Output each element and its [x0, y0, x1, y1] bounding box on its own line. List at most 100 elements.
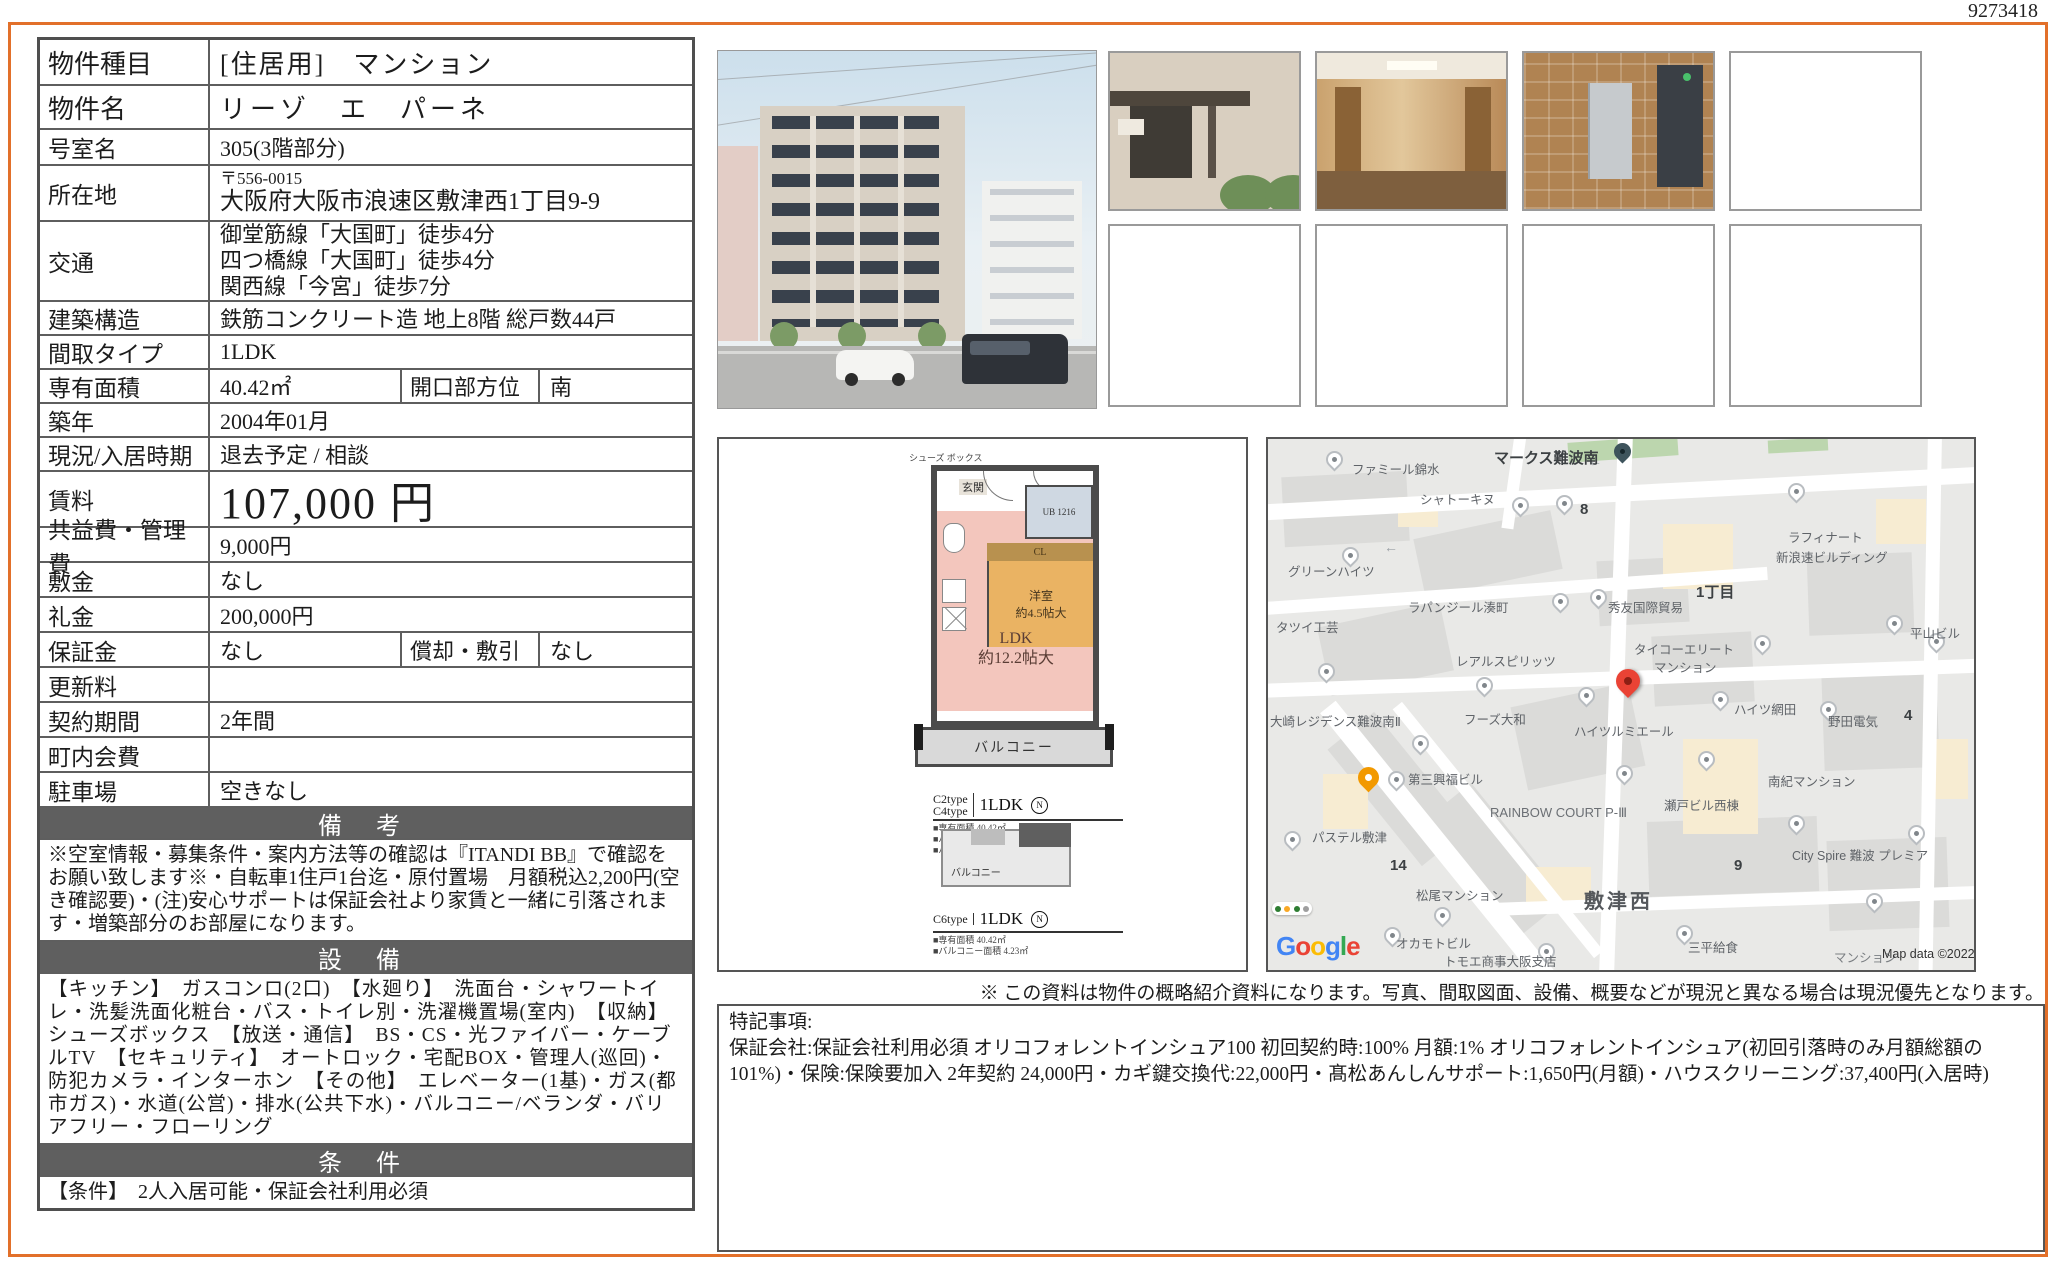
row-value	[210, 668, 692, 701]
row-label: 建築構造	[40, 302, 210, 334]
table-row: 町内会費	[40, 736, 692, 771]
map-label: 第三興福ビル	[1408, 769, 1483, 788]
row-value: 2年間	[210, 703, 692, 736]
indicator-lamp	[1683, 73, 1691, 81]
map-label: 南紀マンション	[1768, 771, 1856, 790]
map-label: 14	[1390, 857, 1407, 874]
map-label: マークス難波南	[1494, 447, 1599, 468]
disclaimer-text: ※ この資料は物件の概略紹介資料になります。写真、間取図面、設備、概要などが現況…	[980, 978, 2044, 1005]
map-label: ハイツルミエール	[1574, 721, 1674, 740]
section-header-conditions: 条 件	[40, 1143, 692, 1175]
photo-placeholder	[1729, 51, 1922, 211]
map-label: オカモトビル	[1396, 933, 1471, 952]
table-row: 交通 御堂筋線「大国町」徒歩4分 四つ橋線「大国町」徒歩4分 関西線「今宮」徒歩…	[40, 220, 692, 300]
row-value: なし	[210, 633, 400, 666]
entrance-pillar	[1208, 106, 1216, 178]
map-label: トモエ商事大阪支店	[1444, 951, 1557, 970]
table-row: 礼金 200,000円	[40, 596, 692, 631]
location-map: ← ← ファミール錦水マークス難波南シャトーキヌ8ラフィナートグリーンハイツ新浪…	[1266, 437, 1976, 972]
photo-hallway	[1315, 51, 1508, 211]
hallway-door	[1335, 87, 1361, 177]
entrance-sign	[1118, 119, 1144, 135]
entrance-canopy	[1110, 91, 1250, 106]
row-label: 敷金	[40, 563, 210, 596]
bedroom-name: 洋室	[1029, 587, 1053, 604]
address-line: 大阪府大阪市浪速区敷津西1丁目9-9	[220, 189, 600, 215]
entrance-label: 玄関	[959, 479, 987, 495]
row-value: 305(3階部分)	[210, 130, 692, 164]
table-row: 物件種目 [住居用] マンション	[40, 40, 692, 84]
layout-type: 1LDK	[980, 909, 1023, 929]
map-label: ラフィナート	[1788, 527, 1863, 546]
unit-types: C2type C4type	[933, 793, 974, 817]
row-value: 空きなし	[210, 773, 692, 806]
table-row: 所在地 〒556-0015 大阪府大阪市浪速区敷津西1丁目9-9	[40, 164, 692, 220]
map-label: シャトーキヌ	[1420, 489, 1495, 508]
row-label-2: 開口部方位	[400, 370, 540, 402]
table-row: 契約期間 2年間	[40, 701, 692, 736]
postal-code: 〒556-0015	[220, 170, 302, 189]
row-label: 物件種目	[40, 40, 210, 84]
row-value: 9,000円	[210, 528, 692, 561]
map-label: ファミール錦水	[1352, 459, 1440, 478]
floorplan-panel: シューズ ボックス 玄関 UB 1216 CL 洋室 約4.5帖大 LDK 約1…	[717, 437, 1248, 972]
special-notes-box: 特記事項: 保証会社:保証会社利用必須 オリコフォレントインシュア100 初回契…	[717, 1004, 2045, 1252]
map-label: グリーンハイツ	[1288, 561, 1375, 580]
map-label: 新浪速ビルディング	[1776, 547, 1888, 566]
google-logo: Google	[1276, 931, 1360, 962]
shoebox-label: シューズ ボックス	[909, 453, 983, 463]
map-label: 1丁目	[1696, 581, 1734, 602]
transit-line: 四つ橋線「大国町」徒歩4分	[220, 248, 495, 274]
photo-placeholder	[1522, 224, 1715, 407]
photo-elevator-hall	[1522, 51, 1715, 211]
map-label: 大崎レジデンス難波南Ⅱ	[1270, 711, 1401, 730]
row-label: 築年	[40, 404, 210, 436]
white-car	[836, 350, 914, 380]
row-value: 御堂筋線「大国町」徒歩4分 四つ橋線「大国町」徒歩4分 関西線「今宮」徒歩7分	[210, 222, 692, 300]
property-spec-table: 物件種目 [住居用] マンション 物件名 リーゾ エ パーネ 号室名 305(3…	[37, 37, 695, 1211]
rent-value: 107,000 円	[210, 472, 692, 526]
door-arc	[983, 471, 1013, 501]
balcony-diagram-shape	[1019, 823, 1071, 847]
special-notes-title: 特記事項:	[729, 1010, 2033, 1036]
map-label: 敷津西	[1584, 885, 1653, 914]
map-label: ラパンジール湊町	[1408, 597, 1509, 616]
row-value: 40.42㎡	[210, 370, 400, 402]
row-value: リーゾ エ パーネ	[210, 86, 692, 128]
map-label: 8	[1580, 501, 1588, 518]
hallway-door	[1465, 87, 1491, 177]
closet: CL	[987, 543, 1093, 561]
row-value	[210, 738, 692, 771]
map-pin-icon	[1750, 631, 1774, 655]
layout-type: 1LDK	[980, 795, 1023, 815]
map-label: 瀬戸ビル西棟	[1664, 795, 1739, 814]
table-row: 築年 2004年01月	[40, 402, 692, 436]
photo-placeholder	[1315, 224, 1508, 407]
facilities-text: 【キッチン】 ガスコンロ(2口) 【水廻り】 洗面台・シャワートイレ・洗髪洗面化…	[40, 972, 692, 1143]
ldk-name: LDK	[951, 629, 1081, 649]
row-label: 専有面積	[40, 370, 210, 402]
row-value: なし	[210, 563, 692, 596]
row-value: 200,000円	[210, 598, 692, 631]
map-label: City Spire 難波 プレミア	[1792, 845, 1928, 864]
row-label: 町内会費	[40, 738, 210, 771]
street-view-indicator	[1272, 902, 1312, 915]
table-row: 駐車場 空きなし	[40, 771, 692, 806]
row-label: 礼金	[40, 598, 210, 631]
row-value: 〒556-0015 大阪府大阪市浪速区敷津西1丁目9-9	[210, 166, 692, 220]
table-row: 更新料	[40, 666, 692, 701]
row-label: 駐車場	[40, 773, 210, 806]
map-label: Map data ©2022	[1882, 947, 1975, 961]
neighbor-building	[982, 181, 1082, 339]
remarks-text: ※空室情報・募集条件・案内方法等の確認は『ITANDI BB』で確認をお願い致し…	[40, 838, 692, 940]
map-label: パステル敷津	[1312, 827, 1387, 846]
row-label: 物件名	[40, 86, 210, 128]
row-label: 保証金	[40, 633, 210, 666]
hallway-floor	[1317, 171, 1506, 209]
bush	[1265, 175, 1301, 211]
map-label: マンション	[1654, 657, 1717, 676]
map-label: 9	[1734, 857, 1742, 874]
map-label: タツイ工芸	[1276, 617, 1339, 636]
map-label: 平山ビル	[1910, 623, 1960, 642]
conditions-text: 【条件】 2人入居可能・保証会社利用必須	[40, 1175, 692, 1208]
